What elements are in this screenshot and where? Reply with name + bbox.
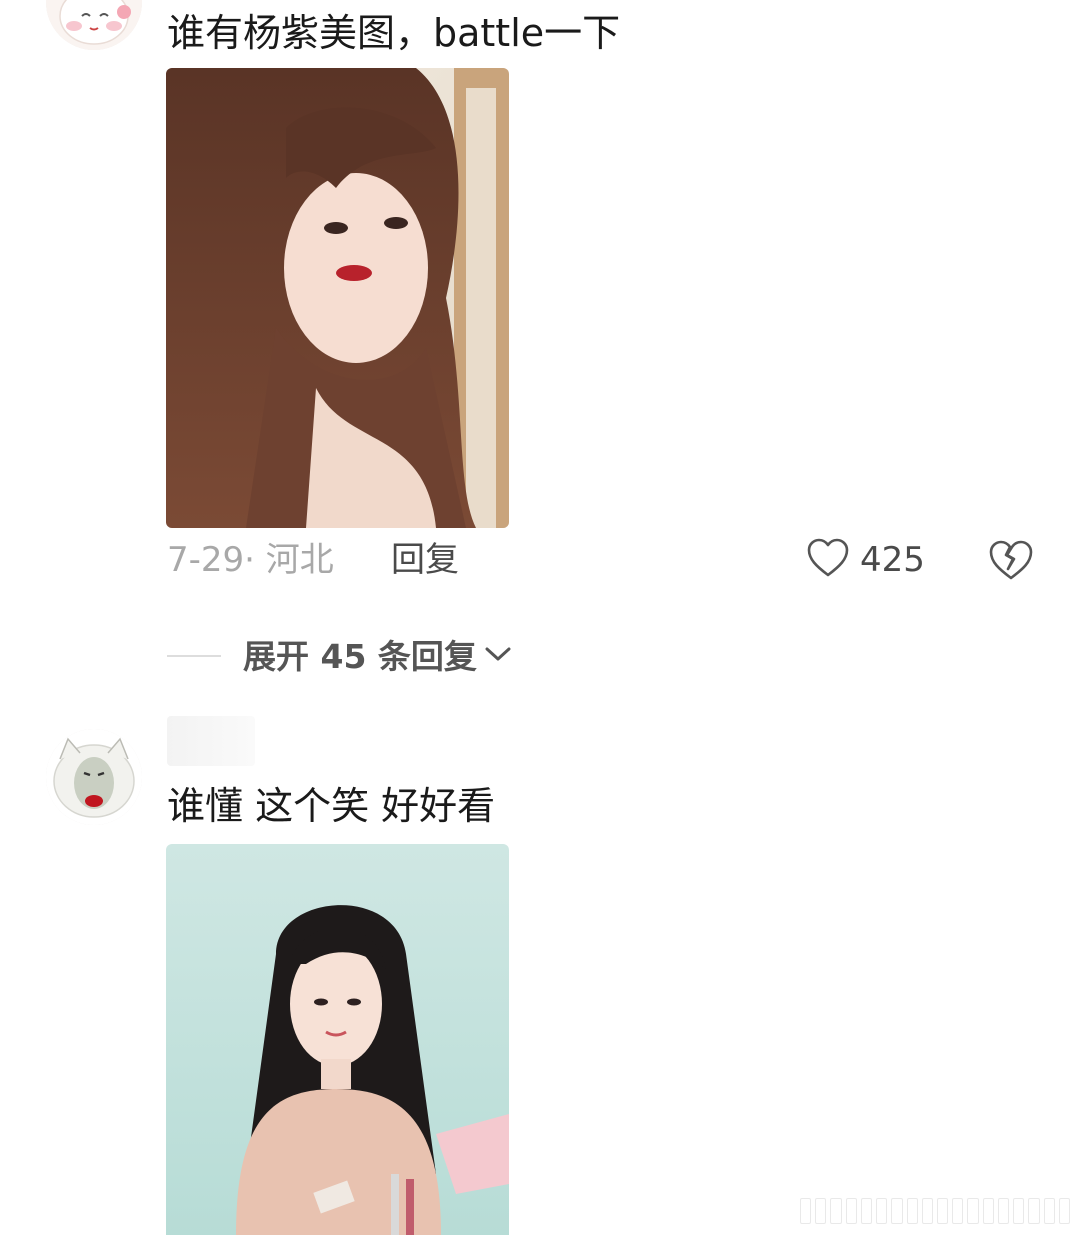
comment-date: 7-29 xyxy=(167,540,245,580)
dislike-button[interactable] xyxy=(988,538,1034,586)
comment-location: 河北 xyxy=(265,540,334,580)
like-count: 425 xyxy=(860,540,925,580)
chevron-down-icon xyxy=(483,644,513,668)
comment-text: 谁懂 这个笑 好好看 xyxy=(167,784,496,828)
expand-replies-button[interactable]: 展开 45 条回复 xyxy=(167,634,513,678)
broken-heart-icon xyxy=(988,540,1034,586)
username-redacted xyxy=(167,716,255,766)
comment-meta: 7-29· 河北 xyxy=(167,543,334,577)
reply-button[interactable]: 回复 xyxy=(391,543,459,577)
comment-image[interactable] xyxy=(166,844,509,1235)
comment-image[interactable] xyxy=(166,68,509,528)
avatar[interactable] xyxy=(46,729,142,825)
like-button[interactable]: 425 xyxy=(806,536,925,584)
heart-outline-icon xyxy=(806,537,850,583)
meta-separator: · xyxy=(244,540,255,580)
watermark xyxy=(800,1196,1070,1226)
comment-text: 谁有杨紫美图，battle一下 xyxy=(167,11,621,55)
expand-replies-label: 展开 45 条回复 xyxy=(243,636,477,676)
avatar[interactable] xyxy=(46,0,142,50)
comment-feed: 谁有杨紫美图，battle一下 7-29· 河北 回复 425 展开 45 条回… xyxy=(0,0,1080,1235)
divider xyxy=(167,655,221,657)
